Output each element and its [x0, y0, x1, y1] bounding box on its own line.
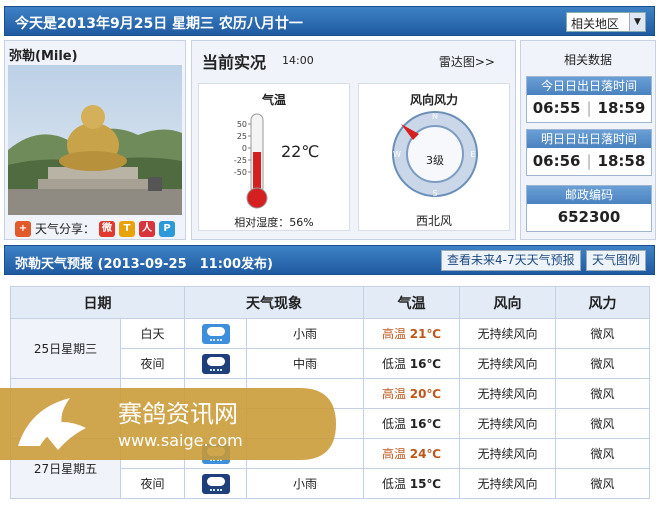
temp-cell: 低温 15℃ — [363, 468, 460, 499]
weather-cell: 小雨 — [246, 468, 364, 499]
wind-force-cell: 微风 — [555, 348, 650, 379]
today-sun-box: 今日日出日落时间 06:55 | 18:59 — [526, 76, 652, 123]
weather-icon-cell — [184, 468, 247, 499]
tomorrow-sun-times: 06:56 | 18:58 — [532, 152, 646, 170]
watermark-name: 赛鸽资讯网 — [118, 400, 238, 428]
weather-cell: 中雨 — [246, 348, 364, 379]
city-panel: 弥勒(Mile) + 天气分享： 微 T 人 P — [4, 40, 186, 240]
wind-level: 3级 — [426, 154, 444, 167]
wind-force-cell: 微风 — [555, 438, 650, 469]
thermo-tick: 0 — [242, 144, 247, 153]
postcode-value: 652300 — [557, 208, 621, 226]
chevron-down-icon[interactable]: ▼ — [629, 13, 645, 31]
humidity: 相对湿度：56% — [234, 216, 314, 229]
postcode-label: 邮政编码 — [527, 186, 651, 204]
forecast-title: 弥勒天气预报 (2013-09-25 11:00发布) — [15, 257, 273, 272]
today-sunrise: 06:55 — [532, 99, 581, 117]
moderate-rain-icon — [201, 353, 230, 374]
tomorrow-sun-label: 明日日出日落时间 — [527, 130, 651, 148]
temp-cell: 高温 20℃ — [363, 378, 460, 409]
thermo-tick: 25 — [237, 132, 247, 141]
temperature-value: 22℃ — [281, 142, 320, 161]
temp-cell: 低温 16℃ — [363, 408, 460, 439]
col-weather: 天气现象 — [184, 286, 364, 319]
temperature-card: 气温 50 25 0 -25 -50 22℃ 相对湿度：56% — [198, 83, 350, 231]
related-title: 相关数据 — [563, 53, 612, 67]
date-line: 今天是2013年9月25日 星期三 农历八月廿一 — [15, 16, 303, 32]
thermo-tick: -25 — [234, 156, 247, 165]
wind-force-cell: 微风 — [555, 318, 650, 349]
table-header-row: 日期 天气现象 气温 风向 风力 — [10, 286, 650, 319]
current-time: 14:00 — [282, 54, 314, 67]
temp-cell: 高温 24℃ — [363, 438, 460, 469]
wind-dir-cell: 无持续风向 — [459, 438, 556, 469]
col-wind-dir: 风向 — [459, 286, 556, 319]
wind-force-cell: 微风 — [555, 468, 650, 499]
radar-link[interactable]: 雷达图>> — [439, 53, 495, 70]
plus-icon[interactable]: + — [15, 220, 31, 237]
wind-dir-cell: 无持续风向 — [459, 318, 556, 349]
tomorrow-sun-box: 明日日出日落时间 06:56 | 18:58 — [526, 129, 652, 176]
tomorrow-sunrise: 06:56 — [532, 152, 581, 170]
period-cell: 夜间 — [120, 348, 185, 379]
date-cell: 25日星期三 — [10, 318, 121, 379]
table-row: 25日星期三 白天 小雨 高温 21℃ 无持续风向 微风 — [10, 318, 650, 379]
compass-e: E — [470, 150, 475, 159]
related-data-panel: 相关数据 今日日出日落时间 06:55 | 18:59 明日日出日落时间 06:56… — [520, 40, 656, 240]
region-select[interactable]: 相关地区 ▼ — [566, 12, 646, 32]
thermo-tick: 50 — [237, 120, 247, 129]
renren-icon[interactable]: 人 — [139, 220, 156, 237]
light-rain-icon — [201, 473, 230, 494]
compass-w: W — [393, 150, 401, 159]
light-rain-icon — [201, 323, 230, 344]
compass-n: N — [432, 112, 438, 121]
city-name: 弥勒(Mile) — [9, 49, 78, 64]
date-header-bar: 今天是2013年9月25日 星期三 农历八月廿一 相关地区 ▼ — [4, 6, 655, 36]
period-cell: 白天 — [120, 318, 185, 349]
wind-dir-cell: 无持续风向 — [459, 468, 556, 499]
weather-icon-cell — [184, 318, 247, 349]
col-date: 日期 — [10, 286, 185, 319]
wind-dir-cell: 无持续风向 — [459, 408, 556, 439]
watermark-url: www.saige.com — [118, 431, 243, 450]
tencent-weibo-icon[interactable]: T — [119, 220, 136, 237]
today-sun-label: 今日日出日落时间 — [527, 77, 651, 95]
temperature-card-title: 气温 — [261, 93, 286, 107]
share-row: + 天气分享： 微 T 人 P — [15, 220, 176, 237]
forecast-header-bar: 弥勒天气预报 (2013-09-25 11:00发布) 查看未来4-7天天气预报… — [4, 245, 655, 275]
weather-legend-button[interactable]: 天气图例 — [586, 250, 647, 271]
postcode-box: 邮政编码 652300 — [526, 185, 652, 232]
weather-icon-cell — [184, 348, 247, 379]
share-label: 天气分享： — [35, 222, 96, 236]
today-sunset: 18:59 — [597, 99, 646, 117]
temp-cell: 低温 16℃ — [363, 348, 460, 379]
qzone-icon[interactable]: P — [159, 220, 176, 237]
col-wind-force: 风力 — [555, 286, 650, 319]
wind-card-title: 风向风力 — [409, 93, 458, 107]
wind-force-cell: 微风 — [555, 408, 650, 439]
thermometer-icon: 50 25 0 -25 -50 — [234, 113, 268, 209]
wind-dir-cell: 无持续风向 — [459, 378, 556, 409]
future-4-7-button[interactable]: 查看未来4-7天天气预报 — [441, 250, 581, 271]
region-select-value: 相关地区 — [571, 17, 620, 31]
today-sun-times: 06:55 | 18:59 — [532, 99, 646, 117]
thermo-tick: -50 — [234, 168, 247, 177]
saige-watermark: 赛鸽资讯网 www.saige.com — [0, 388, 336, 460]
current-conditions-panel: 当前实况 14:00 雷达图>> 气温 50 25 0 -25 -50 22℃ … — [191, 40, 516, 240]
period-cell: 夜间 — [120, 468, 185, 499]
weibo-icon[interactable]: 微 — [99, 220, 116, 237]
wind-dir-cell: 无持续风向 — [459, 348, 556, 379]
tomorrow-sunset: 18:58 — [597, 152, 646, 170]
wind-force-cell: 微风 — [555, 378, 650, 409]
weather-cell: 小雨 — [246, 318, 364, 349]
current-title: 当前实况 — [202, 53, 267, 72]
col-temp: 气温 — [363, 286, 460, 319]
compass-s: S — [432, 189, 437, 198]
wind-direction: 西北风 — [415, 214, 452, 228]
temp-cell: 高温 21℃ — [363, 318, 460, 349]
wind-card: 风向风力 N E S W 3级 西北风 — [358, 83, 510, 231]
